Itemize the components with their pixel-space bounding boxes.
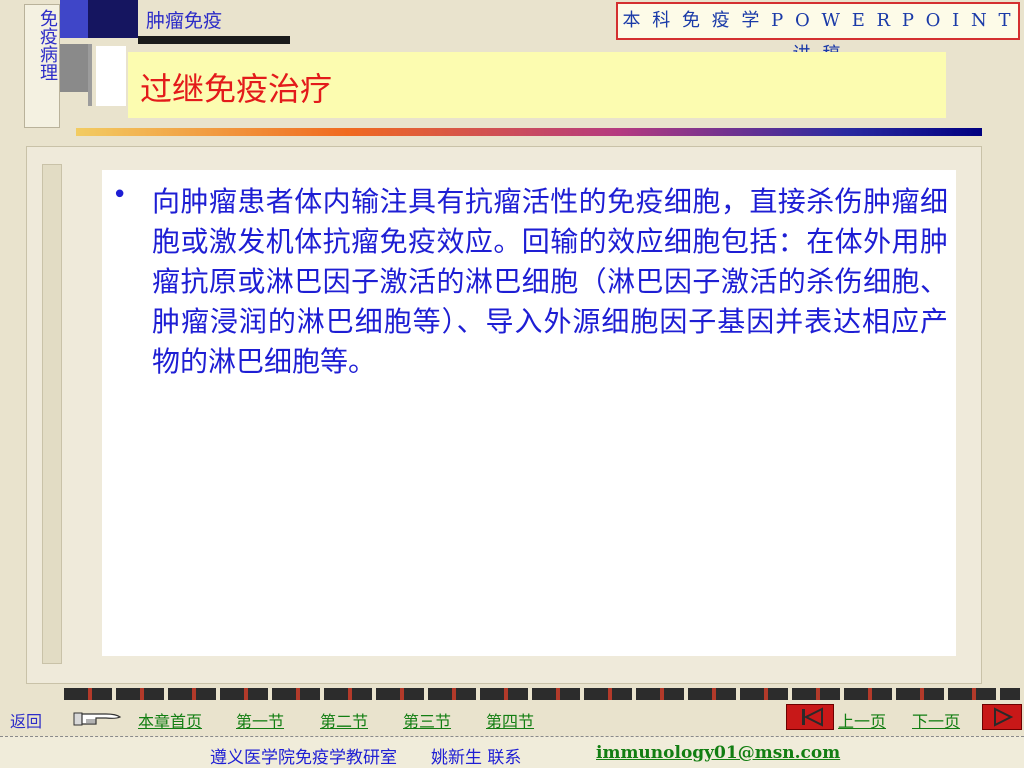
section-3-link[interactable]: 第三节 (403, 708, 451, 732)
section-1-link[interactable]: 第一节 (236, 708, 284, 732)
decor-block (60, 0, 88, 38)
side-tab: 免疫病理 (24, 4, 60, 128)
decor-block (96, 46, 126, 106)
pointing-hand-icon[interactable] (72, 708, 122, 728)
section-name: 肿瘤免疫 (146, 10, 223, 32)
footer: 遵义医学院免疫学教研室 姚新生 联系 immunology01@msn.com (0, 736, 1024, 768)
play-icon (994, 707, 1014, 727)
decor-block (60, 44, 88, 92)
section-2-link[interactable]: 第二节 (320, 708, 368, 732)
chapter-home-link[interactable]: 本章首页 (138, 708, 202, 732)
header-banner: 本 科 免 疫 学 P O W E R P O I N T 讲 稿 (616, 2, 1020, 65)
content-left-strip (42, 164, 62, 664)
footer-email-link[interactable]: immunology01@msn.com (596, 743, 840, 763)
side-tab-label: 免疫病理 (37, 9, 58, 81)
back-link[interactable]: 返回 (10, 708, 42, 732)
slide-title: 过继免疫治疗 (140, 70, 333, 108)
prev-button[interactable] (786, 704, 834, 730)
nav-bar: 返回 本章首页 第一节 第二节 第三节 第四节 上一页 下一页 (0, 700, 1024, 736)
decor-dash-band (64, 688, 1020, 700)
footer-credit: 遵义医学院免疫学教研室 姚新生 联系 (210, 748, 522, 768)
gradient-divider (76, 128, 982, 136)
next-page-link[interactable]: 下一页 (912, 708, 960, 732)
decor-block (88, 0, 138, 38)
prev-page-link[interactable]: 上一页 (838, 708, 886, 732)
decor-bar (138, 36, 290, 44)
section-4-link[interactable]: 第四节 (486, 708, 534, 732)
bullet-text: 向肿瘤患者体内输注具有抗瘤活性的免疫细胞，直接杀伤肿瘤细胞或激发机体抗瘤免疫效应… (152, 185, 948, 378)
title-box: 过继免疫治疗 (128, 52, 946, 118)
next-button[interactable] (982, 704, 1022, 730)
rewind-icon (802, 707, 823, 727)
bullet-icon: • (112, 180, 128, 210)
decor-line (88, 44, 92, 106)
